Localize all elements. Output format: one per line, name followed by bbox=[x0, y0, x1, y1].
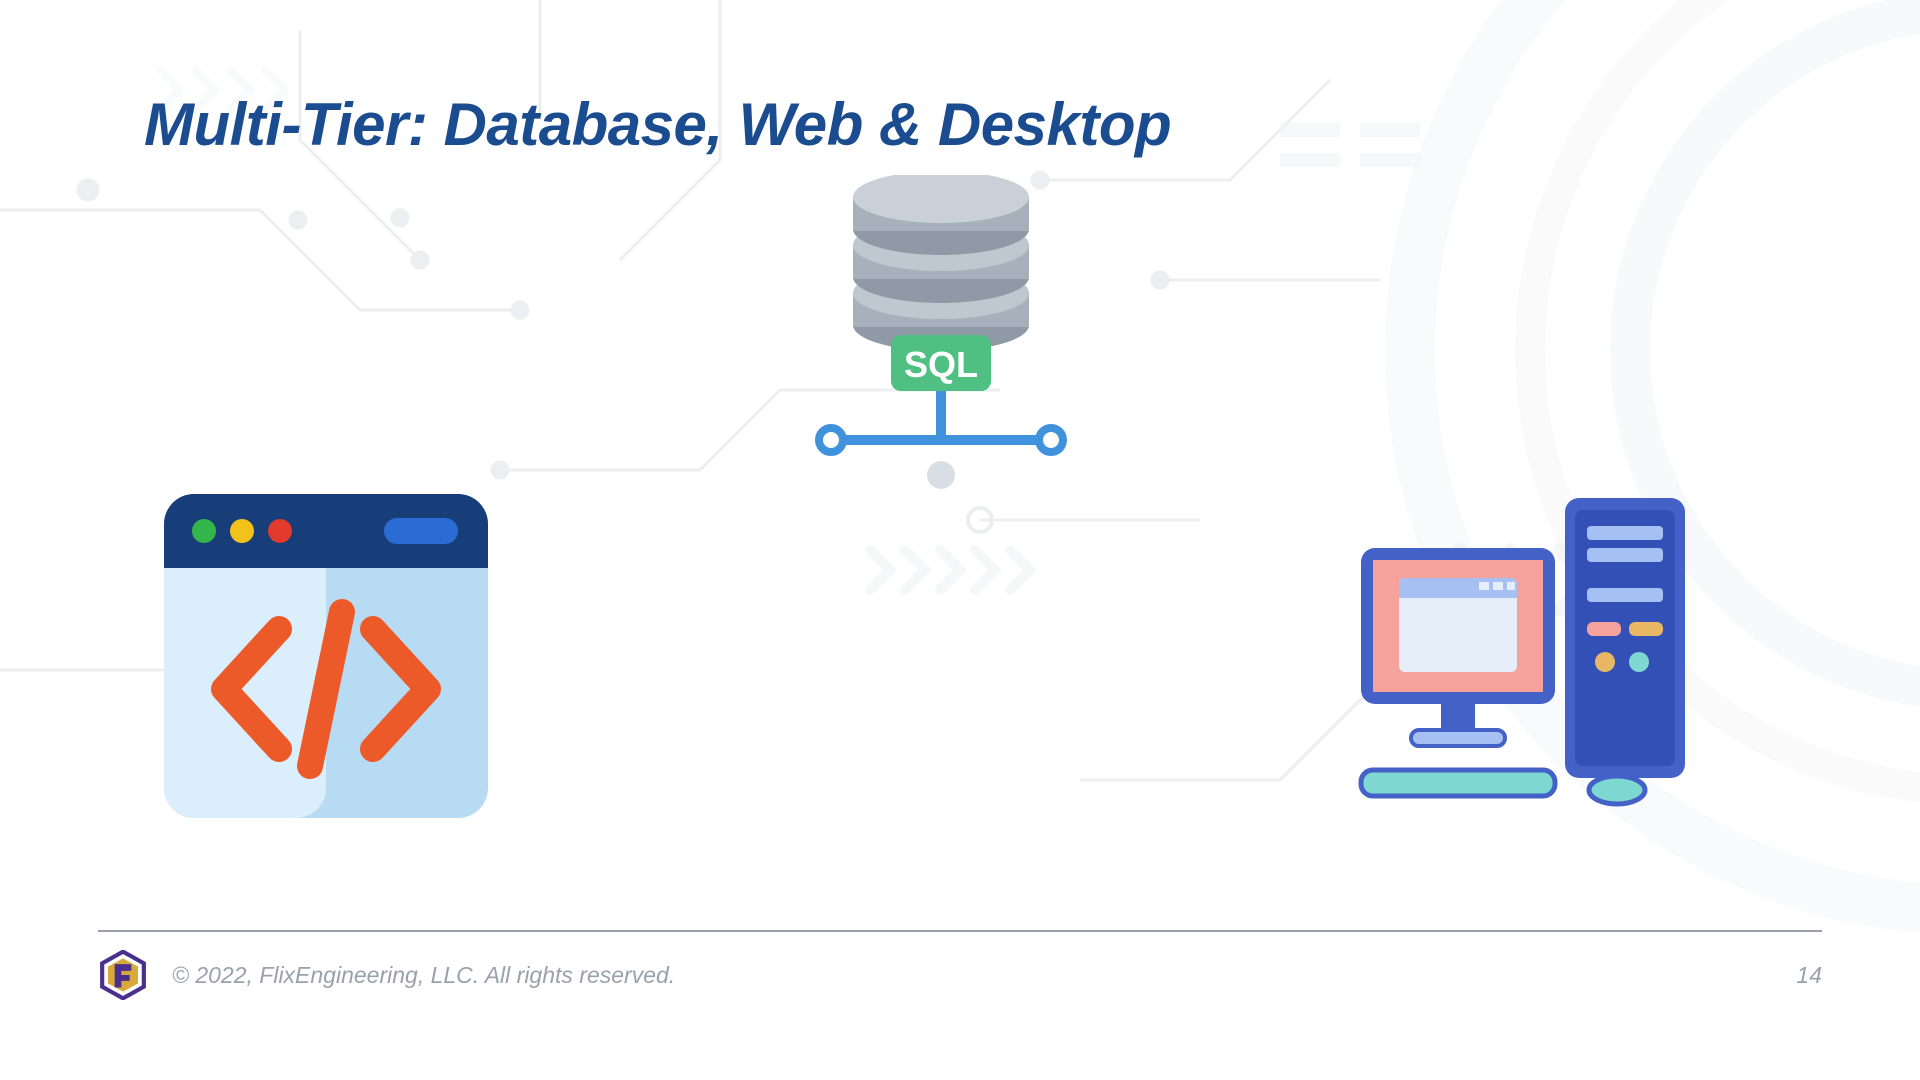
page-number: 14 bbox=[1796, 962, 1822, 989]
web-code-icon bbox=[164, 494, 488, 818]
copyright-text: © 2022, FlixEngineering, LLC. All rights… bbox=[172, 962, 675, 989]
database-icon: SQL bbox=[796, 175, 1086, 500]
desktop-computer-icon bbox=[1355, 498, 1695, 808]
slide: Multi-Tier: Database, Web & Desktop bbox=[0, 0, 1920, 1080]
slide-title: Multi-Tier: Database, Web & Desktop bbox=[144, 90, 1171, 159]
company-logo-icon bbox=[98, 950, 148, 1000]
slide-footer: © 2022, FlixEngineering, LLC. All rights… bbox=[98, 930, 1822, 1000]
database-label: SQL bbox=[904, 344, 978, 385]
